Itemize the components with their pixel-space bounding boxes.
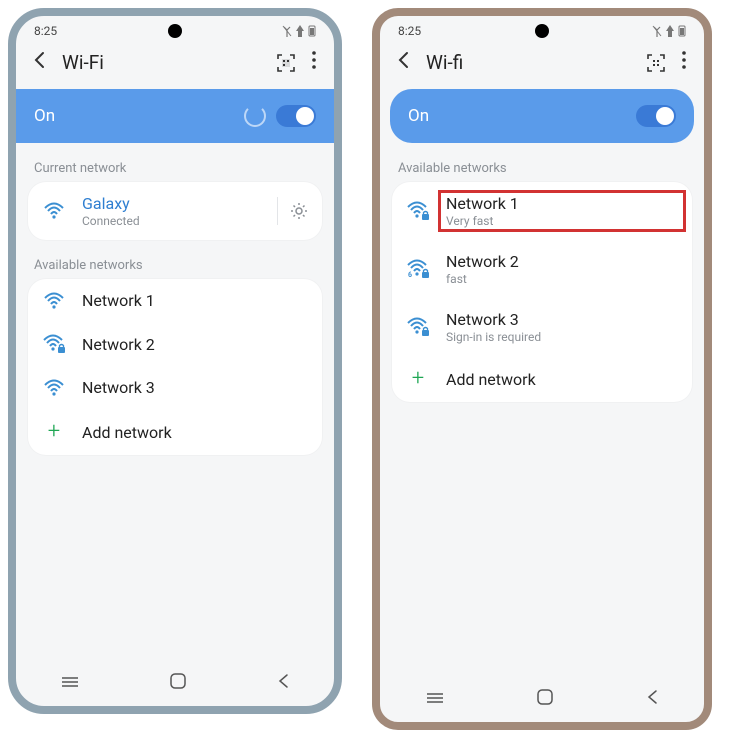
toggle-label: On bbox=[408, 106, 429, 126]
network-name: Network 2 bbox=[446, 252, 678, 271]
status-time: 8:25 bbox=[398, 24, 421, 38]
nav-recents[interactable] bbox=[60, 674, 80, 693]
network-name: Network 2 bbox=[82, 335, 308, 354]
wifi6-signal-lock-icon: 6 bbox=[406, 259, 430, 279]
content-area: Available networks Network 1 Very fast 6 bbox=[380, 143, 704, 430]
page-title: Wi-fi bbox=[426, 51, 634, 74]
nav-bar bbox=[380, 676, 704, 722]
add-network-label: Add network bbox=[446, 370, 678, 389]
content-area: Current network Galaxy Connected Availab… bbox=[16, 143, 334, 483]
wifi-signal-lock-icon bbox=[406, 201, 430, 221]
current-network-card: Galaxy Connected bbox=[28, 182, 322, 240]
nav-bar bbox=[16, 660, 334, 706]
network-row[interactable]: Network 1 Very fast bbox=[392, 182, 692, 240]
app-header: Wi-fi bbox=[380, 40, 704, 89]
network-row[interactable]: Network 3 Sign-in is required bbox=[392, 298, 692, 356]
highlighted-network: Network 1 Very fast bbox=[440, 192, 684, 230]
network-sub: fast bbox=[446, 272, 678, 286]
status-icons bbox=[282, 25, 316, 37]
network-name: Network 1 bbox=[82, 291, 308, 310]
available-networks-label: Available networks bbox=[28, 254, 322, 279]
add-network-row[interactable]: + Add network bbox=[28, 409, 322, 455]
network-name: Network 3 bbox=[82, 378, 308, 397]
available-networks-card: Network 1 Very fast 6 Network 2 fast bbox=[392, 182, 692, 402]
add-network-label: Add network bbox=[82, 423, 308, 442]
more-options-icon[interactable] bbox=[308, 50, 320, 75]
network-row[interactable]: Network 3 bbox=[28, 366, 322, 409]
page-title: Wi-Fi bbox=[62, 51, 264, 74]
toggle-label: On bbox=[34, 106, 55, 126]
qr-scan-icon[interactable] bbox=[276, 53, 296, 73]
network-name: Network 3 bbox=[446, 310, 678, 329]
network-sub: Sign-in is required bbox=[446, 330, 678, 344]
back-button[interactable] bbox=[394, 50, 414, 75]
phone-right: 8:25 Wi-fi On Av bbox=[372, 8, 712, 730]
network-row[interactable]: Network 1 bbox=[28, 279, 322, 322]
current-network-row[interactable]: Galaxy Connected bbox=[28, 182, 322, 240]
nav-recents[interactable] bbox=[425, 690, 445, 709]
plus-icon: + bbox=[42, 421, 66, 443]
network-name: Network 1 bbox=[446, 194, 678, 213]
wifi-signal-lock-icon bbox=[406, 317, 430, 337]
status-icons bbox=[652, 25, 686, 37]
wifi-signal-icon bbox=[42, 379, 66, 397]
wifi-signal-icon bbox=[42, 202, 66, 220]
network-status: Connected bbox=[82, 214, 261, 228]
nav-back[interactable] bbox=[276, 673, 290, 693]
wifi-toggle-bar[interactable]: On bbox=[16, 89, 334, 143]
camera-cutout bbox=[535, 24, 549, 38]
wifi-switch[interactable] bbox=[636, 105, 676, 127]
back-button[interactable] bbox=[30, 50, 50, 75]
available-networks-label: Available networks bbox=[392, 157, 692, 182]
nav-home[interactable] bbox=[169, 672, 187, 694]
svg-text:6: 6 bbox=[408, 271, 412, 279]
network-name: Galaxy bbox=[82, 194, 261, 213]
camera-cutout bbox=[168, 24, 182, 38]
plus-icon: + bbox=[406, 368, 430, 390]
loading-spinner-icon bbox=[244, 105, 266, 127]
wifi-signal-lock-icon bbox=[42, 334, 66, 354]
nav-home[interactable] bbox=[536, 688, 554, 710]
network-sub: Very fast bbox=[446, 214, 678, 228]
app-header: Wi-Fi bbox=[16, 40, 334, 89]
network-row[interactable]: Network 2 bbox=[28, 322, 322, 366]
status-time: 8:25 bbox=[34, 24, 57, 38]
available-networks-card: Network 1 Network 2 Network 3 + Add netw… bbox=[28, 279, 322, 455]
wifi-switch[interactable] bbox=[276, 105, 316, 127]
wifi-signal-icon bbox=[42, 292, 66, 310]
more-options-icon[interactable] bbox=[678, 50, 690, 75]
network-row[interactable]: 6 Network 2 fast bbox=[392, 240, 692, 298]
phone-left: 8:25 Wi-Fi On bbox=[8, 8, 342, 714]
current-network-label: Current network bbox=[28, 157, 322, 182]
qr-scan-icon[interactable] bbox=[646, 53, 666, 73]
wifi-toggle-bar[interactable]: On bbox=[390, 89, 694, 143]
nav-back[interactable] bbox=[645, 689, 659, 709]
settings-gear-icon[interactable] bbox=[277, 197, 308, 225]
add-network-row[interactable]: + Add network bbox=[392, 356, 692, 402]
